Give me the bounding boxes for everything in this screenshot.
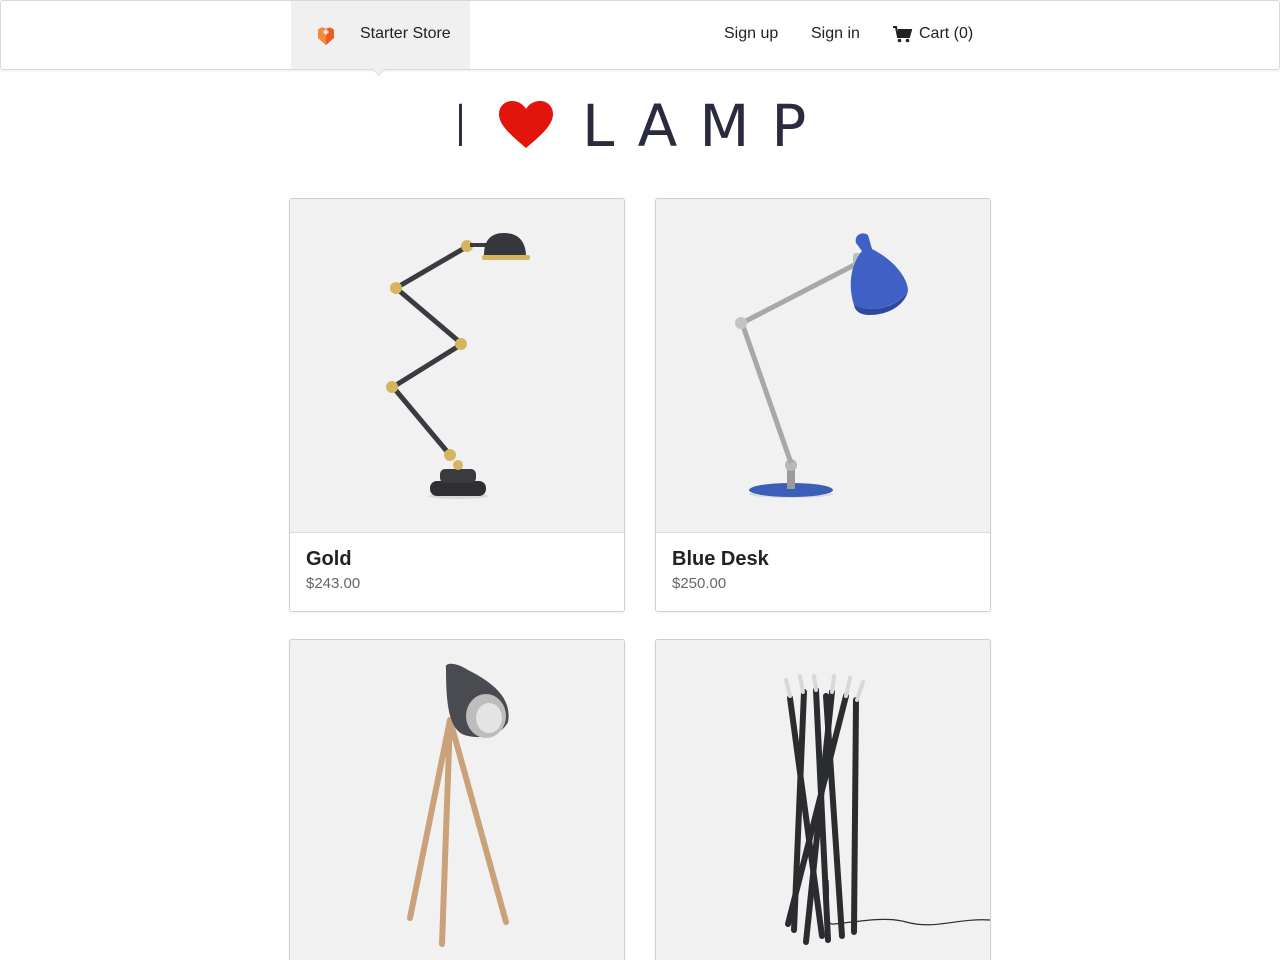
- top-navbar: Starter Store Sign up Sign in Cart (0): [0, 0, 1280, 70]
- cart-icon: [893, 25, 912, 42]
- product-card-blue-desk[interactable]: Blue Desk $250.00: [655, 198, 991, 612]
- brand-name: Starter Store: [360, 25, 451, 42]
- product-price: $243.00: [306, 575, 361, 592]
- product-image: [656, 199, 990, 533]
- tripod-lamp-illustration: [407, 663, 509, 947]
- hero-text-left: I: [452, 92, 470, 160]
- gold-lamp-illustration: [386, 233, 530, 499]
- hero-text-right: LAMP: [582, 92, 829, 160]
- product-name[interactable]: Gold: [306, 548, 352, 571]
- product-card-sticks-lamp[interactable]: [655, 639, 991, 960]
- hero-banner: I LAMP: [0, 96, 1280, 156]
- signup-link[interactable]: Sign up: [724, 25, 778, 43]
- brand-caret: [372, 68, 386, 75]
- product-card-gold[interactable]: Gold $243.00: [289, 198, 625, 612]
- cart-label: Cart (0): [919, 25, 974, 42]
- product-name[interactable]: Blue Desk: [672, 548, 769, 571]
- brand-link[interactable]: Starter Store: [291, 1, 470, 69]
- product-image: [656, 640, 990, 960]
- store-logo-icon: [318, 27, 334, 45]
- product-image: [290, 199, 624, 533]
- heart-icon: [499, 101, 553, 148]
- signin-link[interactable]: Sign in: [811, 25, 860, 43]
- cart-link[interactable]: Cart (0): [893, 25, 973, 43]
- blue-desk-lamp-illustration: [735, 233, 908, 498]
- sticks-lamp-illustration: [784, 674, 990, 945]
- product-card-tripod-lamp[interactable]: [289, 639, 625, 960]
- product-image: [290, 640, 624, 960]
- product-price: $250.00: [672, 575, 727, 592]
